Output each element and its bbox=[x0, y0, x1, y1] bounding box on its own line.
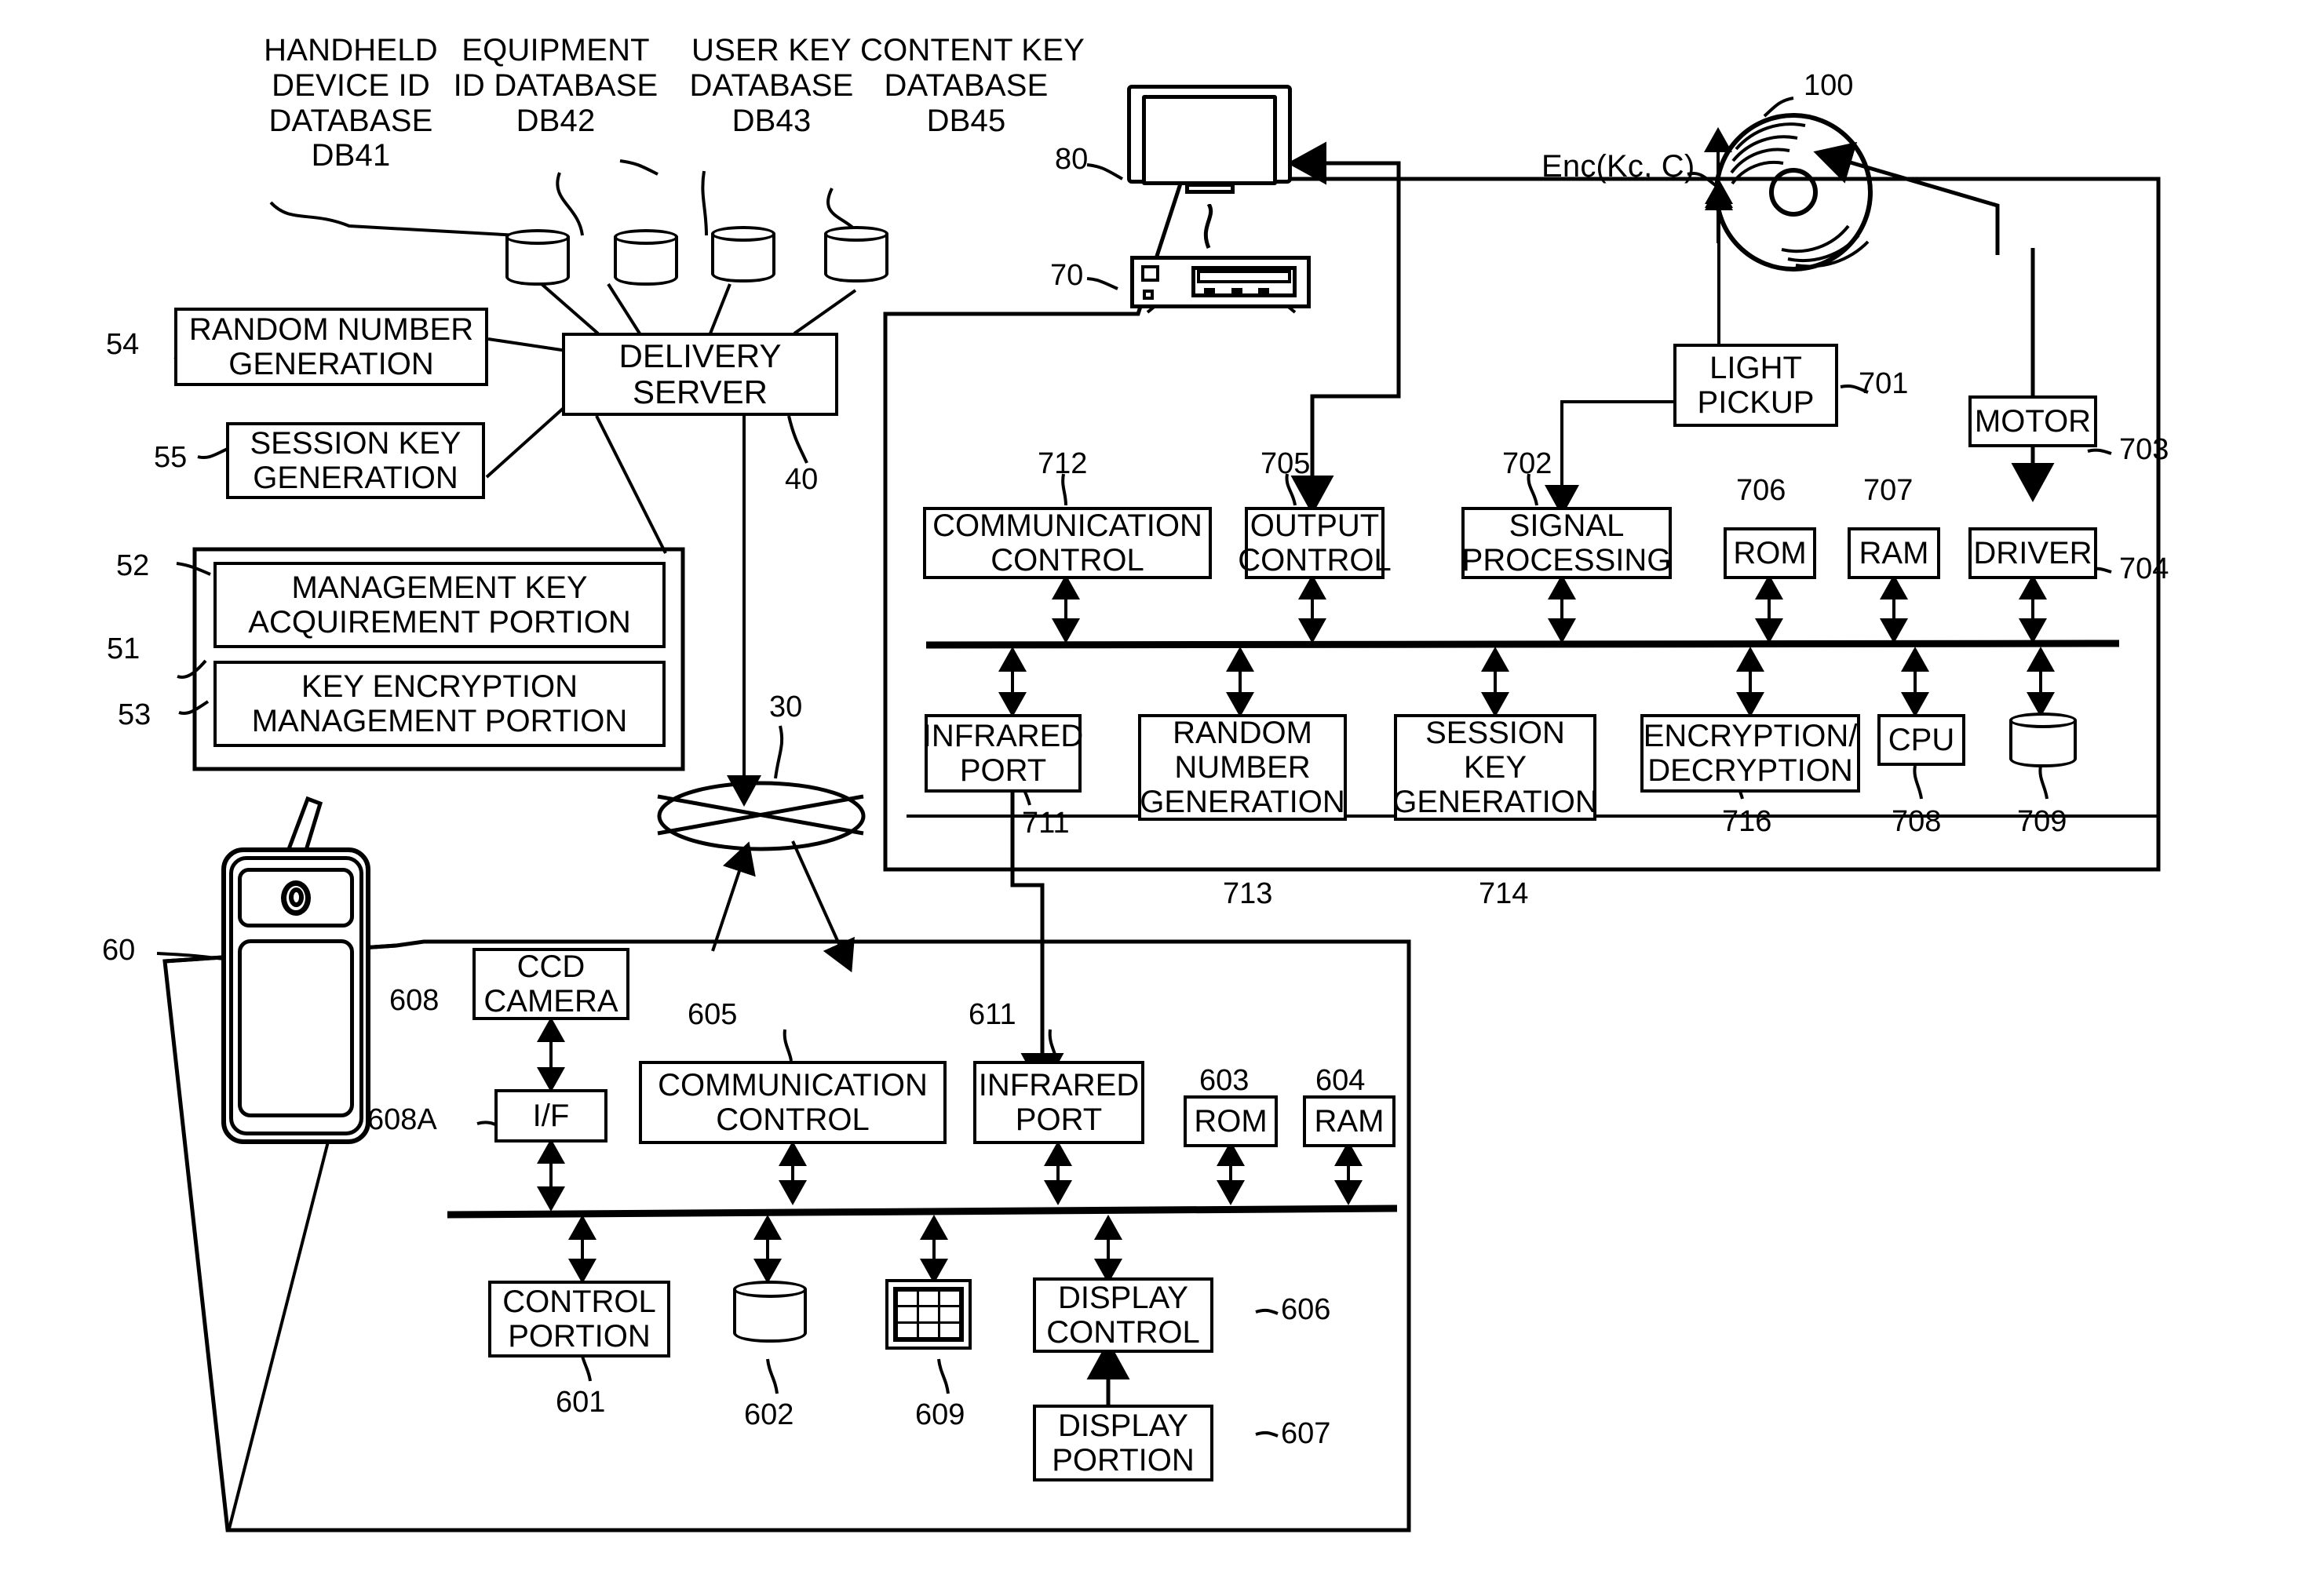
ref-711: 711 bbox=[1022, 807, 1070, 840]
key-encryption-management-portion-block[interactable]: KEY ENCRYPTION MANAGEMENT PORTION bbox=[213, 661, 666, 747]
handheld-display-control-block[interactable]: DISPLAY CONTROL bbox=[1033, 1277, 1213, 1353]
ref-611: 611 bbox=[969, 998, 1016, 1031]
ref-603: 603 bbox=[1199, 1064, 1250, 1097]
db41-caption: HANDHELD DEVICE ID DATABASE DB41 bbox=[264, 33, 438, 173]
player-deck-device bbox=[1130, 250, 1311, 314]
ref-705: 705 bbox=[1261, 447, 1311, 480]
player-communication-control-block[interactable]: COMMUNICATION CONTROL bbox=[923, 507, 1212, 579]
ref-703: 703 bbox=[2119, 433, 2169, 466]
ref-701: 701 bbox=[1859, 367, 1909, 400]
server-session-key-generation-block[interactable]: SESSION KEY GENERATION bbox=[226, 422, 485, 499]
ref-55: 55 bbox=[154, 441, 188, 474]
delivery-server-block[interactable]: DELIVERY SERVER bbox=[562, 333, 838, 416]
monitor-stand bbox=[1184, 182, 1235, 195]
ref-708: 708 bbox=[1892, 805, 1942, 838]
ref-704: 704 bbox=[2119, 552, 2169, 585]
ref-604: 604 bbox=[1315, 1064, 1366, 1097]
monitor-screen bbox=[1141, 94, 1278, 185]
ref-51: 51 bbox=[107, 632, 140, 665]
player-storage-cylinder-icon bbox=[2009, 712, 2077, 772]
ref-100: 100 bbox=[1804, 69, 1854, 102]
handheld-interface-block[interactable]: I/F bbox=[494, 1089, 607, 1143]
db42-caption: EQUIPMENT ID DATABASE DB42 bbox=[453, 33, 659, 138]
ref-608A: 608A bbox=[367, 1103, 437, 1136]
db41-cylinder-icon bbox=[505, 229, 570, 290]
deck-key-1[interactable] bbox=[1204, 288, 1216, 295]
handheld-control-portion-block[interactable]: CONTROL PORTION bbox=[488, 1281, 670, 1358]
ref-608: 608 bbox=[389, 984, 440, 1017]
handheld-ram-block[interactable]: RAM bbox=[1303, 1095, 1395, 1147]
ref-714: 714 bbox=[1479, 877, 1529, 910]
db42-cylinder-icon bbox=[614, 229, 678, 290]
ref-53: 53 bbox=[118, 698, 151, 731]
handheld-communication-control-block[interactable]: COMMUNICATION CONTROL bbox=[639, 1061, 947, 1144]
ref-712: 712 bbox=[1038, 447, 1088, 480]
ref-80: 80 bbox=[1055, 143, 1089, 176]
server-random-number-generation-block[interactable]: RANDOM NUMBER GENERATION bbox=[174, 308, 488, 386]
player-encryption-decryption-block[interactable]: ENCRYPTION/ DECRYPTION bbox=[1640, 714, 1860, 793]
db43-cylinder-icon bbox=[711, 226, 775, 287]
ref-607: 607 bbox=[1281, 1417, 1331, 1450]
ref-706: 706 bbox=[1736, 474, 1786, 507]
player-session-key-generation-block[interactable]: SESSION KEY GENERATION bbox=[1392, 714, 1598, 821]
monitor-device bbox=[1127, 85, 1292, 210]
deck-key-3[interactable] bbox=[1258, 288, 1270, 295]
ref-40: 40 bbox=[785, 463, 819, 496]
player-random-number-generation-block[interactable]: RANDOM NUMBER GENERATION bbox=[1138, 714, 1347, 821]
handheld-infrared-port-block[interactable]: INFRARED PORT bbox=[973, 1061, 1144, 1144]
db45-caption: CONTENT KEY DATABASE DB45 bbox=[860, 33, 1085, 138]
camera-lens-inner-icon bbox=[288, 887, 304, 907]
ref-52: 52 bbox=[116, 549, 150, 582]
deck-disc-slot bbox=[1197, 270, 1291, 283]
player-output-control-block[interactable]: OUTPUT CONTROL bbox=[1238, 507, 1392, 579]
ref-609: 609 bbox=[915, 1398, 965, 1431]
player-motor-block[interactable]: MOTOR bbox=[1968, 395, 2097, 447]
ref-709: 709 bbox=[2017, 805, 2067, 838]
ref-54: 54 bbox=[106, 328, 140, 361]
player-ram-block[interactable]: RAM bbox=[1848, 527, 1940, 579]
ref-70: 70 bbox=[1050, 259, 1084, 292]
handheld-phone-device bbox=[221, 847, 370, 1144]
player-infrared-port-block[interactable]: INFRARED PORT bbox=[923, 714, 1083, 793]
player-driver-block[interactable]: DRIVER bbox=[1968, 527, 2097, 579]
handheld-ccd-camera-block[interactable]: CCD CAMERA bbox=[472, 948, 629, 1020]
ref-606: 606 bbox=[1281, 1293, 1331, 1326]
ref-601: 601 bbox=[556, 1386, 606, 1419]
monitor-cable bbox=[1203, 204, 1213, 249]
ref-605: 605 bbox=[688, 998, 738, 1031]
player-light-pickup-block[interactable]: LIGHT PICKUP bbox=[1673, 344, 1838, 427]
db45-cylinder-icon bbox=[824, 226, 888, 287]
patent-figure-canvas: HANDHELD DEVICE ID DATABASE DB41 EQUIPME… bbox=[0, 0, 2324, 1578]
management-key-acquirement-portion-block[interactable]: MANAGEMENT KEY ACQUIREMENT PORTION bbox=[213, 562, 666, 648]
ref-602: 602 bbox=[744, 1398, 794, 1431]
deck-indicator bbox=[1143, 289, 1154, 300]
player-signal-processing-block[interactable]: SIGNAL PROCESSING bbox=[1461, 507, 1672, 579]
handheld-keypad-icon[interactable] bbox=[885, 1279, 972, 1350]
ref-713: 713 bbox=[1223, 877, 1273, 910]
ref-702: 702 bbox=[1502, 447, 1552, 480]
phone-screen bbox=[237, 939, 355, 1117]
ref-716: 716 bbox=[1722, 805, 1772, 838]
handheld-display-portion-block[interactable]: DISPLAY PORTION bbox=[1033, 1405, 1213, 1481]
ref-60: 60 bbox=[102, 934, 136, 967]
handheld-storage-cylinder-icon bbox=[733, 1281, 807, 1348]
deck-key-2[interactable] bbox=[1231, 288, 1242, 295]
deck-power-button[interactable] bbox=[1140, 264, 1159, 282]
player-cpu-block[interactable]: CPU bbox=[1877, 714, 1965, 766]
ref-707: 707 bbox=[1863, 474, 1914, 507]
ref-30: 30 bbox=[769, 691, 803, 723]
handheld-rom-block[interactable]: ROM bbox=[1184, 1095, 1278, 1147]
db43-caption: USER KEY DATABASE DB43 bbox=[689, 33, 854, 138]
player-rom-block[interactable]: ROM bbox=[1724, 527, 1816, 579]
disc-encryption-label: Enc(Kc, C) bbox=[1541, 149, 1695, 184]
